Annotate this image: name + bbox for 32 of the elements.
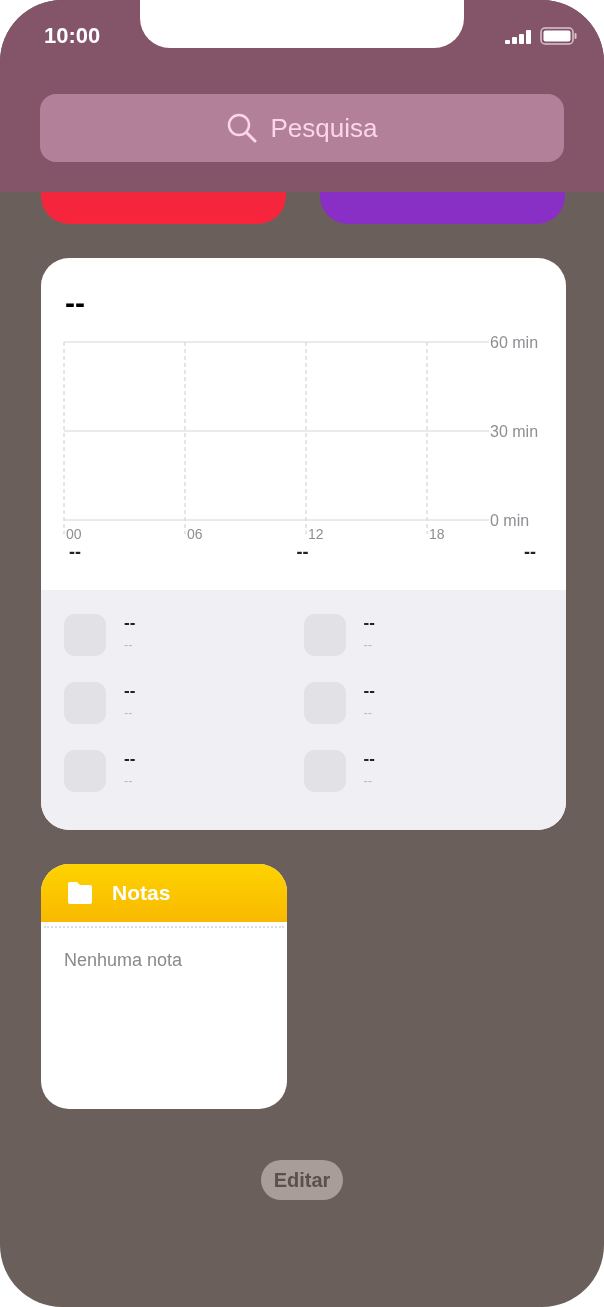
folder-icon — [66, 881, 94, 905]
battery-icon — [540, 27, 578, 45]
app-name: -- — [363, 750, 375, 768]
app-name: -- — [363, 682, 375, 700]
app-name: -- — [124, 614, 136, 632]
app-detail: -- — [124, 774, 134, 788]
notes-title: Notas — [112, 881, 171, 905]
app-detail: -- — [124, 638, 134, 652]
empty-message: Nenhuma nota — [64, 950, 183, 971]
summary-value: -- — [69, 542, 81, 563]
axis-label: 12 — [308, 526, 324, 542]
search-icon — [226, 113, 257, 143]
axis-label: 0 min — [490, 512, 530, 529]
app-detail: -- — [363, 706, 374, 720]
app-name: -- — [124, 682, 136, 700]
summary-value: -- — [296, 542, 309, 563]
app-detail: -- — [363, 774, 374, 788]
axis-label: 18 — [429, 526, 445, 542]
app-name: -- — [124, 750, 136, 768]
app-detail: -- — [363, 638, 374, 652]
signal-icon — [505, 28, 532, 44]
status-time: 10:00 — [44, 23, 101, 49]
app-detail: -- — [124, 706, 134, 720]
search-field[interactable]: Pesquisa — [40, 94, 564, 162]
axis-label: 60 min — [490, 334, 539, 351]
app-name: -- — [363, 614, 375, 632]
axis-label: 00 — [66, 526, 82, 542]
summary-value: -- — [524, 542, 536, 563]
axis-label: 30 min — [490, 423, 539, 440]
widget-title: -- — [65, 286, 85, 320]
edit-button[interactable]: Editar — [260, 1160, 344, 1200]
axis-label: 06 — [187, 526, 203, 542]
